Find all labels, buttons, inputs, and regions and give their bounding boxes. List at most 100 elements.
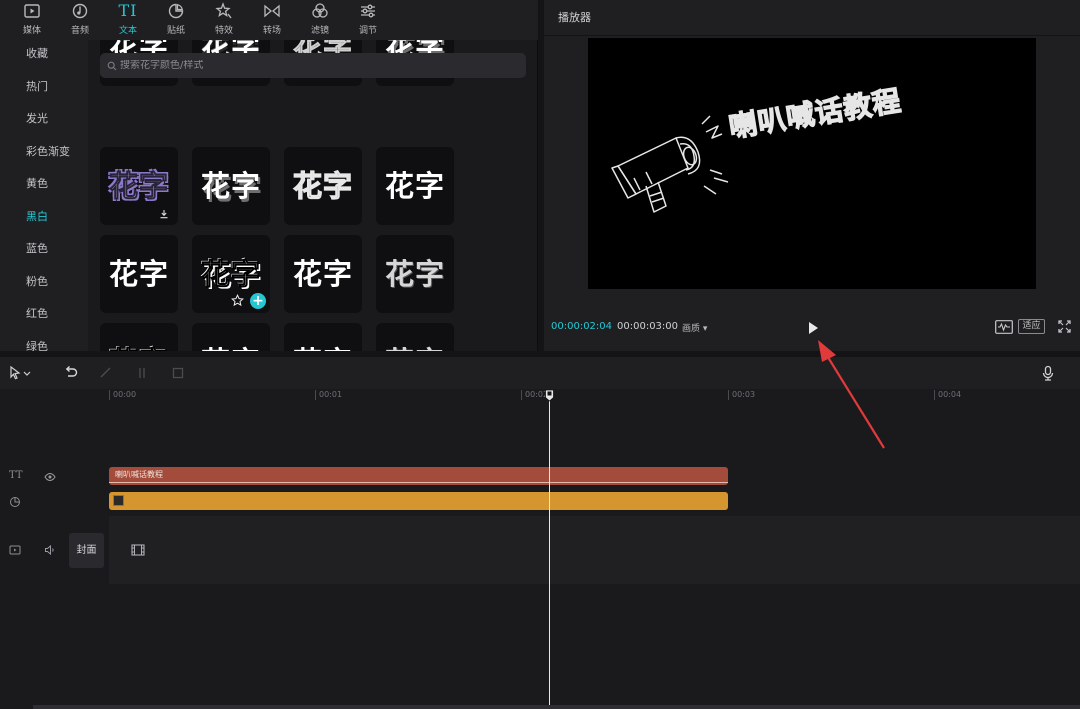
tab-label: 贴纸 bbox=[166, 26, 185, 36]
megaphone-icon bbox=[611, 115, 729, 213]
tab-audio[interactable]: 音频 bbox=[56, 0, 104, 40]
category-black-white[interactable]: 黑白 bbox=[0, 203, 88, 236]
tool-tabs: 媒体 音频 TI 文本 贴纸 特效 转场 滤镜 调节 bbox=[0, 0, 538, 40]
text-style-tile[interactable]: 花字 bbox=[192, 147, 270, 225]
text-icon: TI bbox=[118, 1, 138, 20]
timeline-toolbar bbox=[0, 357, 1080, 389]
sticker-icon bbox=[168, 3, 184, 19]
tab-label: 特效 bbox=[214, 26, 233, 36]
search-box[interactable] bbox=[100, 53, 526, 78]
split-icon[interactable] bbox=[134, 365, 150, 381]
text-style-tile[interactable]: 花字 + bbox=[192, 235, 270, 313]
text-style-grid: 花字花字花字花字花字花字花字花字花字花字+花字花字花字花字花字花字 bbox=[100, 40, 530, 351]
category-list: 收藏 热门 发光 彩色渐变 黄色 黑白 蓝色 粉色 红色 绿色 bbox=[0, 40, 88, 351]
adjust-icon bbox=[361, 4, 375, 18]
media-icon bbox=[24, 4, 40, 18]
play-button[interactable] bbox=[805, 319, 821, 337]
clip-underline bbox=[109, 482, 728, 483]
text-style-tile[interactable]: 花字 bbox=[100, 147, 178, 225]
quality-dropdown[interactable]: 画质 ▾ bbox=[682, 321, 707, 334]
text-clip[interactable]: 喇叭喊话教程 bbox=[109, 467, 728, 485]
style-preview-text: 花字 bbox=[108, 347, 169, 352]
category-yellow[interactable]: 黄色 bbox=[0, 170, 88, 203]
undo-icon[interactable] bbox=[62, 365, 78, 381]
category-gradient[interactable]: 彩色渐变 bbox=[0, 138, 88, 171]
style-preview-text: 花字 bbox=[292, 168, 353, 203]
playhead-line bbox=[549, 398, 550, 709]
annotation-arrow bbox=[818, 340, 885, 449]
category-glow[interactable]: 发光 bbox=[0, 105, 88, 138]
tab-sticker[interactable]: 贴纸 bbox=[152, 0, 200, 40]
style-preview-text: 花字 bbox=[384, 256, 445, 291]
text-style-tile[interactable]: 花字 bbox=[284, 323, 362, 351]
category-blue[interactable]: 蓝色 bbox=[0, 235, 88, 268]
select-tool-icon[interactable] bbox=[8, 365, 36, 381]
sticker-thumbnail bbox=[113, 495, 124, 506]
tab-media[interactable]: 媒体 bbox=[8, 0, 56, 40]
video-preview[interactable]: 喇叭喊话教程 bbox=[588, 38, 1036, 289]
category-pink[interactable]: 粉色 bbox=[0, 268, 88, 301]
tab-label: 调节 bbox=[358, 26, 377, 36]
microphone-icon[interactable] bbox=[1040, 365, 1056, 381]
film-icon bbox=[131, 544, 145, 556]
text-style-tile[interactable]: 花字 bbox=[376, 323, 454, 351]
category-favorites[interactable]: 收藏 bbox=[0, 40, 88, 73]
total-duration: 00:00:03:00 bbox=[617, 321, 679, 332]
fit-ratio-button[interactable]: 适应 bbox=[1018, 319, 1045, 334]
tab-label: 文本 bbox=[118, 26, 137, 36]
text-style-tile[interactable]: 花字 bbox=[284, 235, 362, 313]
tab-adjust[interactable]: 调节 bbox=[344, 0, 392, 40]
favorite-star-icon[interactable] bbox=[231, 294, 244, 307]
text-style-tile[interactable]: 花字 bbox=[100, 323, 178, 351]
fullscreen-icon[interactable] bbox=[1058, 320, 1071, 333]
tab-filter[interactable]: 滤镜 bbox=[296, 0, 344, 40]
search-icon bbox=[107, 61, 117, 70]
delete-icon[interactable] bbox=[170, 365, 186, 381]
style-preview-text: 花字 bbox=[385, 347, 445, 351]
category-red[interactable]: 红色 bbox=[0, 300, 88, 333]
transition-icon bbox=[264, 4, 280, 18]
main-video-track[interactable] bbox=[109, 516, 1080, 584]
audio-icon bbox=[72, 3, 88, 19]
text-style-tile[interactable]: 花字 bbox=[284, 147, 362, 225]
video-track-icon bbox=[9, 545, 21, 555]
ruler-label: 00:03 bbox=[728, 390, 755, 400]
redo-icon[interactable] bbox=[98, 365, 114, 381]
player-panel: 播放器 喇叭喊话教程 00:00:02:04 00:00:03:00 画质 ▾ … bbox=[544, 0, 1080, 351]
search-input[interactable] bbox=[120, 60, 500, 71]
tab-transition[interactable]: 转场 bbox=[248, 0, 296, 40]
eye-icon[interactable] bbox=[44, 471, 56, 483]
style-preview-text: 花字 bbox=[384, 168, 445, 203]
time-ruler[interactable]: 00:00 00:01 00:02 00:03 00:04 bbox=[109, 389, 1080, 407]
style-library: 花字花字花字花字花字花字花字花字花字花字+花字花字花字花字花字花字 bbox=[88, 40, 537, 351]
download-icon[interactable] bbox=[159, 209, 169, 219]
filter-icon bbox=[312, 3, 328, 18]
category-popular[interactable]: 热门 bbox=[0, 73, 88, 106]
text-style-tile[interactable]: 花字 bbox=[192, 323, 270, 351]
tab-text[interactable]: TI 文本 bbox=[104, 0, 152, 40]
asset-panel: 媒体 音频 TI 文本 贴纸 特效 转场 滤镜 调节 收藏 热门 发光 彩色渐变… bbox=[0, 0, 538, 351]
text-style-tile[interactable]: 花字 bbox=[376, 235, 454, 313]
text-style-tile[interactable]: 花字 bbox=[376, 147, 454, 225]
speaker-icon[interactable] bbox=[44, 544, 56, 556]
player-title: 播放器 bbox=[544, 0, 1080, 36]
text-style-tile[interactable]: 花字 bbox=[100, 235, 178, 313]
cover-button[interactable]: 封面 bbox=[69, 533, 104, 568]
add-icon[interactable]: + bbox=[250, 293, 266, 309]
effects-icon bbox=[215, 2, 232, 19]
waveform-icon[interactable] bbox=[995, 320, 1013, 334]
sticker-clip[interactable] bbox=[109, 492, 728, 510]
tab-label: 音频 bbox=[70, 26, 89, 36]
quality-label: 画质 bbox=[682, 324, 701, 334]
current-time: 00:00:02:04 bbox=[551, 321, 613, 332]
category-green[interactable]: 绿色 bbox=[0, 333, 88, 352]
style-preview-text: 花字 bbox=[292, 256, 353, 291]
tab-label: 媒体 bbox=[22, 26, 41, 36]
style-preview-text: 花字 bbox=[108, 256, 169, 291]
timeline-scrollbar[interactable] bbox=[33, 705, 1080, 709]
playhead-handle[interactable] bbox=[544, 389, 555, 402]
tab-effects[interactable]: 特效 bbox=[200, 0, 248, 40]
tab-label: 滤镜 bbox=[310, 26, 329, 36]
style-preview-text: 花字 bbox=[293, 347, 353, 351]
track-headers: TT 封面 bbox=[0, 407, 109, 709]
